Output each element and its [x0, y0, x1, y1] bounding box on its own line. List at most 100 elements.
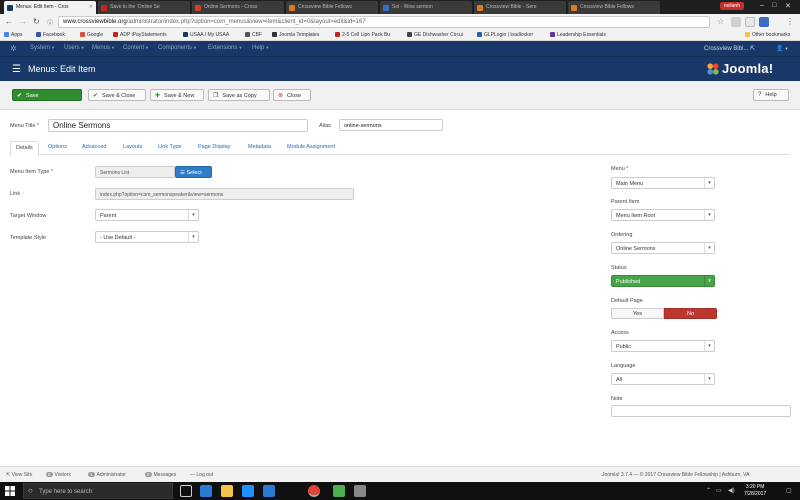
bookmark-adp[interactable]: ADP iPayStatements	[113, 32, 167, 38]
task-view-icon[interactable]	[180, 485, 192, 497]
access-select[interactable]: Public ▾	[611, 340, 715, 352]
bookmark-glplogin[interactable]: GLPLogin | loadlocker	[477, 32, 533, 38]
view-site-link[interactable]: ⇱ View Site	[6, 472, 32, 478]
url-input[interactable]: www.crossviewbible.org/administrator/ind…	[58, 16, 710, 28]
select-value: Main Menu	[616, 181, 644, 187]
nav-content[interactable]: Content▼	[123, 45, 149, 51]
bookmark-joomla-templates[interactable]: Joomla Templates	[272, 32, 319, 38]
tab-metadata[interactable]: Metadata	[248, 144, 271, 150]
close-window-icon[interactable]: ✕	[785, 2, 791, 10]
bookmark-usaa[interactable]: USAA / My USAA	[183, 32, 229, 38]
chrome-menu-icon[interactable]: ⋮	[786, 17, 794, 26]
windows-start-icon[interactable]	[5, 486, 15, 496]
bookmark-leadership[interactable]: Leadership Essentials	[550, 32, 606, 38]
site-link[interactable]: Crossview Bibl... ⇱	[704, 45, 755, 52]
page-info-icon[interactable]: ⓘ	[47, 18, 53, 27]
nav-menus[interactable]: Menus▼	[92, 45, 115, 51]
nav-users[interactable]: Users▼	[64, 45, 85, 51]
bookmark-lipo-pack[interactable]: 2-5 Cell Lipo Pack Bu	[335, 32, 390, 38]
other-bookmarks[interactable]: Other bookmarks	[745, 32, 790, 38]
taskbar-search-input[interactable]: ○ Type here to search	[23, 483, 173, 499]
tab-details[interactable]: Details	[10, 141, 39, 156]
status-select[interactable]: Published ▾	[611, 275, 715, 287]
volume-icon[interactable]: ◀)	[728, 487, 735, 494]
tab-save-online-sermons[interactable]: Save to the ‘Online Se	[98, 1, 190, 14]
note-input[interactable]	[611, 405, 791, 417]
bookmark-label: Leadership Essentials	[557, 32, 606, 38]
tab-menus-edit-item[interactable]: Menus: Edit Item - Cros ✕	[4, 1, 96, 14]
menu-title-label: Menu Title *	[10, 123, 39, 129]
extension-icon[interactable]	[759, 17, 769, 27]
tab-advanced[interactable]: Advanced	[82, 144, 106, 150]
maximize-window-icon[interactable]: □	[772, 2, 776, 9]
tab-layouts[interactable]: Layouts	[123, 144, 142, 150]
alias-input[interactable]: online-sermons	[339, 119, 443, 131]
menu-select[interactable]: Main Menu ▾	[611, 177, 715, 189]
search-placeholder: Type here to search	[39, 489, 93, 495]
network-icon[interactable]: ▭	[716, 487, 722, 494]
notifications-icon[interactable]: ▢	[786, 487, 792, 494]
close-button[interactable]: ⊗ Close	[273, 89, 311, 101]
nav-components[interactable]: Components▼	[158, 45, 197, 51]
bookmark-label: Apps	[11, 32, 23, 38]
template-style-select[interactable]: - Use Default - ▾	[95, 231, 199, 243]
help-button[interactable]: ? Help	[753, 89, 789, 101]
reload-icon[interactable]: ↻	[33, 17, 40, 26]
bookmark-cbf[interactable]: CBF	[245, 32, 262, 38]
chevron-down-icon: ▾	[704, 374, 714, 384]
language-select[interactable]: All ▾	[611, 373, 715, 385]
extension-icon[interactable]	[745, 17, 755, 27]
tab-page-display[interactable]: Page Display	[198, 144, 230, 150]
chrome-profile-badge[interactable]: neilanh	[719, 2, 744, 10]
bookmark-google[interactable]: Google	[80, 32, 103, 38]
save-new-button[interactable]: ✚ Save & New	[150, 89, 204, 101]
bookmark-star-icon[interactable]: ☆	[717, 17, 724, 26]
tab-crossview-1[interactable]: Crossview Bible Fellows	[286, 1, 378, 14]
select-menu-type-button[interactable]: ☰ Select	[175, 166, 212, 178]
edge-browser-icon[interactable]	[200, 485, 212, 497]
nav-system[interactable]: System▼	[30, 45, 55, 51]
file-explorer-icon[interactable]	[221, 485, 233, 497]
target-window-select[interactable]: Parent ▾	[95, 209, 199, 221]
save-copy-button[interactable]: ❐ Save as Copy	[208, 89, 270, 101]
site-label: Crossview Bibl...	[704, 46, 749, 52]
messages-status[interactable]: 0 Messages	[145, 472, 176, 478]
user-menu[interactable]: 👤▼	[776, 45, 788, 52]
default-page-no-button[interactable]: No	[664, 308, 717, 319]
menu-title-input[interactable]: Online Sermons	[48, 119, 308, 132]
visitors-status[interactable]: 0 Visitors	[46, 472, 71, 478]
bookmark-facebook[interactable]: Facebook	[36, 32, 65, 38]
tab-sol-wow-sermon[interactable]: Sol - Wow sermon	[380, 1, 472, 14]
bookmark-apps[interactable]: Apps	[4, 32, 22, 38]
save-close-button[interactable]: ✔ Save & Close	[88, 89, 146, 101]
ordering-select[interactable]: Online Sermons ▾	[611, 242, 715, 254]
nav-extensions[interactable]: Extensions▼	[208, 45, 242, 51]
app-icon[interactable]	[333, 485, 345, 497]
minimize-window-icon[interactable]: –	[760, 2, 764, 9]
extension-icon[interactable]	[731, 17, 741, 27]
save-button[interactable]: ✔ Save	[12, 89, 82, 101]
back-icon[interactable]: ←	[5, 17, 13, 26]
app-icon[interactable]	[354, 485, 366, 497]
tab-module-assignment[interactable]: Module Assignment	[287, 144, 335, 150]
logout-link[interactable]: — Log out	[190, 472, 213, 478]
tray-chevron-icon[interactable]: ⌃	[706, 487, 711, 494]
default-page-yes-button[interactable]: Yes	[611, 308, 664, 319]
administrator-status[interactable]: 1 Administrator	[88, 472, 126, 478]
chrome-icon[interactable]	[308, 485, 320, 497]
joomla-small-logo-icon[interactable]: ✲	[10, 44, 17, 53]
system-clock[interactable]: 3:20 PM 7/28/2017	[744, 484, 766, 498]
close-tab-icon[interactable]: ✕	[89, 4, 93, 10]
tab-online-sermons[interactable]: Online Sermons - Cross	[192, 1, 284, 14]
store-icon[interactable]	[242, 485, 254, 497]
tab-crossview-2[interactable]: Crossview Bible - Sere	[474, 1, 566, 14]
parent-item-select[interactable]: Menu Item Root ▾	[611, 209, 715, 221]
mail-icon[interactable]	[263, 485, 275, 497]
tab-link-type[interactable]: Link Type	[158, 144, 181, 150]
chevron-down-icon: ▾	[704, 341, 714, 351]
tab-options[interactable]: Options	[48, 144, 67, 150]
tab-crossview-3[interactable]: Crossview Bible Fellows	[568, 1, 660, 14]
bookmark-ge-dishwasher[interactable]: GE Dishwasher Circui	[407, 32, 463, 38]
nav-help[interactable]: Help▼	[252, 45, 269, 51]
forward-icon[interactable]: →	[19, 17, 27, 26]
